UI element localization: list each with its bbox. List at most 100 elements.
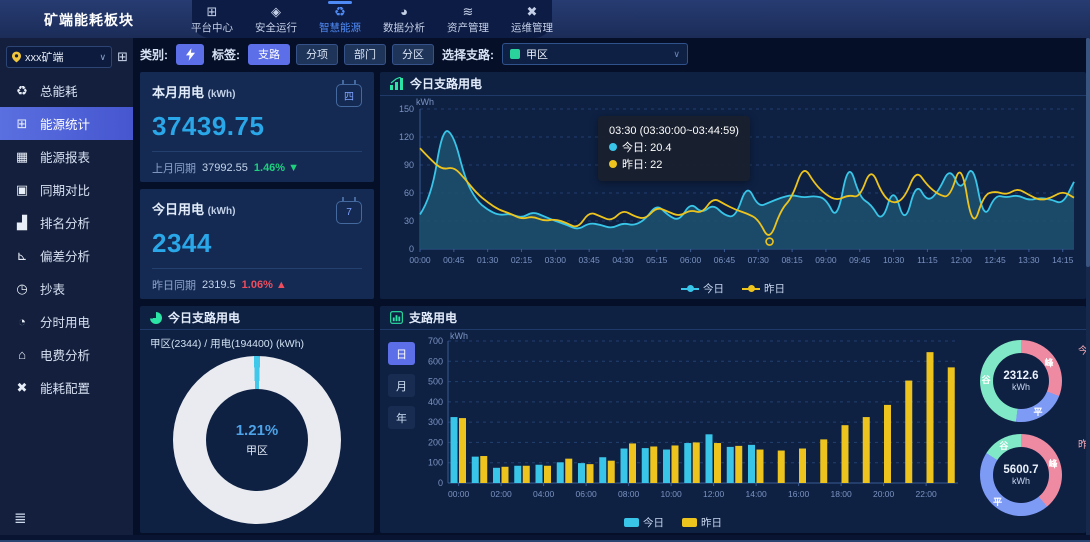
today-usage-value: 2344 [152,228,362,259]
tag-2[interactable]: 部门 [344,44,386,65]
nav-item-2[interactable]: ♻智慧能源 [316,3,364,36]
yesterday-peak-flat-valley-gauge[interactable]: 5600.7kWh峰平谷昨日 [976,432,1072,524]
svg-text:12:00: 12:00 [951,255,973,265]
branch-share-donut[interactable]: 1.21% 甲区 [173,356,341,524]
smart-energy-icon: ♻ [334,5,346,19]
monthly-usage-card: 本月用电 (kWh) 四 37439.75 上月同期 37992.55 1.46… [140,72,374,182]
tag-0[interactable]: 支路 [248,44,290,65]
donut-subtitle: 甲区(2344) / 用电(194400) (kWh) [150,336,304,351]
collapse-sidebar-icon[interactable]: ≣ [14,509,27,527]
period-button-1[interactable]: 月 [388,374,415,397]
electricity-fee-icon: ⌂ [14,347,30,362]
legend-item-1[interactable]: 昨日 [682,515,722,530]
svg-text:08:15: 08:15 [781,255,803,265]
svg-text:12:45: 12:45 [984,255,1006,265]
main-content: 类别: 标签: 支路分项部门分区 选择支路: 甲区 ∨ 本月用电 (kWh) 四… [133,38,1090,535]
card-unit: (kWh) [208,89,236,100]
tag-1[interactable]: 分项 [296,44,338,65]
category-electric-button[interactable] [176,44,204,65]
svg-text:20:00: 20:00 [873,489,895,499]
sidebar-item-6[interactable]: ◷ 抄表 [0,272,133,305]
delta-badge: 1.06% ▲ [242,279,287,291]
sidebar-item-label: 抄表 [40,279,65,298]
tag-group: 支路分项部门分区 [248,44,434,65]
sidebar-item-7[interactable]: ◔分时用电 [0,305,133,338]
nav-label: 平台中心 [191,20,233,35]
period-button-0[interactable]: 日 [388,342,415,365]
sidebar-item-label: 偏差分析 [40,246,90,265]
sidebar-item-4[interactable]: ▟排名分析 [0,206,133,239]
legend-swatch-icon [742,288,760,290]
svg-text:14:15: 14:15 [1052,255,1074,265]
calendar-month-icon: 四 [336,84,362,107]
nav-item-1[interactable]: ◈安全运行 [252,3,300,36]
svg-text:00:00: 00:00 [448,489,470,499]
monthly-usage-value: 37439.75 [152,111,362,142]
svg-text:600: 600 [428,356,443,366]
sidebar-item-8[interactable]: ⌂电费分析 [0,338,133,371]
sidebar-item-label: 能源统计 [40,114,90,133]
apps-grid-icon[interactable]: ⊞ [117,49,128,65]
period-button-2[interactable]: 年 [388,406,415,429]
gauge-value: 5600.7 [1003,464,1038,476]
svg-text:90: 90 [404,160,414,170]
sidebar-item-0[interactable]: ♻总能耗 [0,74,133,107]
svg-text:400: 400 [428,397,443,407]
data-analysis-icon: ◕ [400,5,408,19]
energy-stats-icon: ⊞ [14,116,30,132]
nav-item-0[interactable]: ⊞平台中心 [188,3,236,36]
today-peak-flat-valley-gauge[interactable]: 2312.6kWh峰平谷今日 [976,338,1072,430]
scrollbar[interactable] [1086,38,1090,535]
location-pin-icon [12,51,21,63]
meter-reading-icon: ◷ [14,281,30,297]
safety-shield-icon: ◈ [271,5,281,19]
svg-text:18:00: 18:00 [830,489,852,499]
tooltip-row: 昨日: 22 [609,157,739,174]
nav-item-3[interactable]: ◕数据分析 [380,3,428,36]
asset-management-icon: ≋ [463,5,474,19]
svg-text:kWh: kWh [416,97,434,107]
branch-usage-bar-card: 支路用电 日月年 kWh010020030040050060070000:000… [380,306,1086,533]
donut-center-label: 甲区 [246,442,268,458]
nav-label: 智慧能源 [319,20,361,35]
tooltip-title: 03:30 (03:30:00~03:44:59) [609,123,739,140]
today-branch-line-card: 今日支路用电 kWh030609012015000:0000:4501:3002… [380,72,1086,299]
svg-text:07:30: 07:30 [748,255,770,265]
tooltip-row: 今日: 20.4 [609,140,739,157]
branch-select[interactable]: 甲区 ∨ [502,43,688,65]
sidebar-item-5[interactable]: ⊾偏差分析 [0,239,133,272]
app-title: 矿端能耗板块 [44,10,134,30]
nav-item-5[interactable]: ✖运维管理 [508,3,556,36]
svg-text:0: 0 [409,244,414,254]
gauge-segment-label: 平 [1034,405,1043,418]
sidebar-item-2[interactable]: ▦能源报表 [0,140,133,173]
sidebar-item-1[interactable]: ⊞ 能源统计 [0,107,133,140]
arrow-down-icon: ▼ [288,162,299,174]
branch-select-value: 甲区 [526,46,548,62]
nav-item-4[interactable]: ≋资产管理 [444,3,492,36]
delta-badge: 1.46% ▼ [254,162,299,174]
legend-swatch-icon [681,288,699,290]
legend-item-0[interactable]: 今日 [681,281,724,296]
svg-text:06:00: 06:00 [575,489,597,499]
svg-text:05:15: 05:15 [646,255,668,265]
nav-label: 资产管理 [447,20,489,35]
lightning-icon [186,48,195,61]
svg-text:16:00: 16:00 [788,489,810,499]
sidebar-item-label: 同期对比 [40,180,90,199]
legend-item-0[interactable]: 今日 [624,515,664,530]
svg-text:14:00: 14:00 [745,489,767,499]
bar-chart-plot[interactable]: kWh010020030040050060070000:0002:0004:00… [418,331,966,520]
scrollbar-thumb[interactable] [1086,38,1090,267]
tag-3[interactable]: 分区 [392,44,434,65]
svg-text:10:00: 10:00 [660,489,682,499]
sidebar-item-label: 能耗配置 [40,378,90,397]
series-dot-icon [609,143,617,151]
sidebar-item-3[interactable]: ▣同期对比 [0,173,133,206]
legend-item-1[interactable]: 昨日 [742,281,785,296]
sidebar-item-9[interactable]: ✖能耗配置 [0,371,133,404]
time-of-use-icon: ◔ [14,314,30,329]
svg-text:13:30: 13:30 [1018,255,1040,265]
top-header: 矿端能耗板块 ⊞平台中心 ◈安全运行 ♻智慧能源 ◕数据分析 ≋资产管理 ✖运维管理 [0,0,1090,38]
site-selector[interactable]: xxx矿端 ∨ [6,46,112,68]
